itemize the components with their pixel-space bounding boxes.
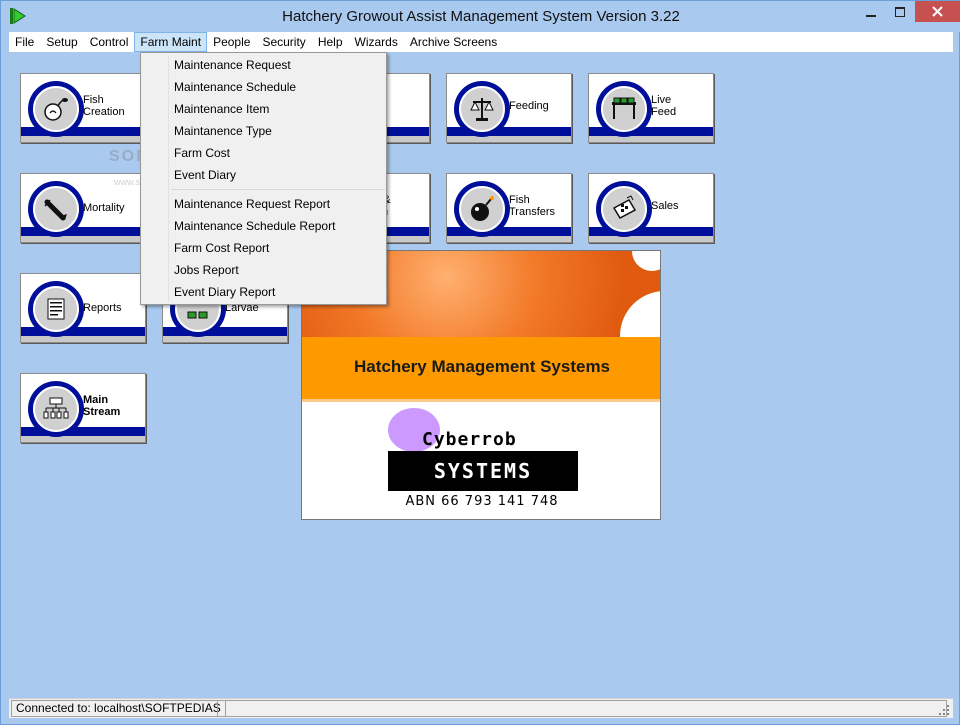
menu-farm-cost[interactable]: Farm Cost xyxy=(174,142,384,164)
systems-label: SYSTEMS xyxy=(388,451,578,491)
menu-gutter xyxy=(168,55,169,302)
window-title: Hatchery Growout Assist Management Syste… xyxy=(282,8,680,25)
splash-title: Hatchery Management Systems xyxy=(353,357,611,376)
menu-maintenance-request[interactable]: Maintenance Request xyxy=(174,54,384,76)
fish-egg-icon xyxy=(44,98,68,121)
menu-wizards[interactable]: Wizards xyxy=(349,32,404,52)
menu-bar: File Setup Control Farm Maint People Sec… xyxy=(9,32,953,52)
tile-label-line1: Fish xyxy=(83,94,104,106)
farm-maint-dropdown: Maintenance Request Maintenance Schedule… xyxy=(140,52,387,305)
tile-strip xyxy=(447,236,571,242)
menu-maintenance-schedule[interactable]: Maintenance Schedule xyxy=(174,76,384,98)
tile-label-line1: Fish xyxy=(509,194,530,206)
maximize-button[interactable] xyxy=(886,1,914,22)
tile-label-line2: Feed xyxy=(651,106,677,118)
tile-strip xyxy=(589,136,713,142)
tile-label: Live Feed xyxy=(651,94,711,118)
menu-farm-maint[interactable]: Farm Maint xyxy=(134,32,208,52)
tile-label-line1: Main xyxy=(83,394,109,406)
menu-file[interactable]: File xyxy=(9,32,40,52)
menu-farm-cost-report[interactable]: Farm Cost Report xyxy=(174,237,384,259)
tile-fish-creation[interactable]: Fish Creation xyxy=(20,73,146,143)
connection-status: Connected to: localhost\SOFTPEDIAS xyxy=(11,700,226,717)
abn-number: ABN 66 793 141 748 xyxy=(405,494,559,509)
tile-icon-holder xyxy=(33,286,79,332)
tile-strip xyxy=(21,336,145,342)
tile-label: Fish Creation xyxy=(83,94,143,118)
menu-archive-screens[interactable]: Archive Screens xyxy=(404,32,503,52)
splash-separator xyxy=(302,399,660,402)
app-window: Hatchery Growout Assist Management Syste… xyxy=(0,0,960,725)
flowchart-icon xyxy=(43,397,69,419)
tile-strip xyxy=(21,136,145,142)
menu-event-diary-report[interactable]: Event Diary Report xyxy=(174,281,384,303)
title-bar[interactable]: Hatchery Growout Assist Management Syste… xyxy=(1,1,960,32)
menu-security[interactable]: Security xyxy=(256,32,311,52)
tile-reports[interactable]: Reports xyxy=(20,273,146,343)
tile-strip xyxy=(447,136,571,142)
bomb-fish-icon xyxy=(471,196,494,221)
menu-help[interactable]: Help xyxy=(312,32,349,52)
scales-icon xyxy=(470,98,494,121)
tile-strip xyxy=(589,236,713,242)
tile-strip xyxy=(21,236,145,242)
tile-icon-holder xyxy=(459,86,505,132)
tile-icon-holder xyxy=(33,386,79,432)
tile-label-line2: Transfers xyxy=(509,206,556,218)
tile-icon-holder xyxy=(601,186,647,232)
tile-label: Fish Transfers xyxy=(509,194,569,218)
tile-strip xyxy=(21,436,145,442)
dead-fish-icon xyxy=(44,199,67,221)
menu-jobs-report[interactable]: Jobs Report xyxy=(174,259,384,281)
status-panel-empty xyxy=(217,700,947,717)
tile-feeding[interactable]: Feeding xyxy=(446,73,572,143)
menu-maintenance-item[interactable]: Maintenance Item xyxy=(174,98,384,120)
menu-maintenance-type[interactable]: Maintanence Type xyxy=(174,120,384,142)
tile-label: Main Stream xyxy=(83,394,143,418)
tile-live-feed[interactable]: Live Feed xyxy=(588,73,714,143)
report-document-icon xyxy=(47,298,65,320)
close-button[interactable] xyxy=(915,1,960,22)
menu-separator xyxy=(171,189,385,190)
tile-icon-holder xyxy=(33,86,79,132)
menu-setup[interactable]: Setup xyxy=(40,32,83,52)
tile-sales[interactable]: Sales xyxy=(588,173,714,243)
menu-people[interactable]: People xyxy=(207,32,256,52)
tile-strip xyxy=(163,336,287,342)
tile-label-line1: Live xyxy=(651,94,672,106)
tile-icon-holder xyxy=(459,186,505,232)
tile-label-line2: Creation xyxy=(83,106,125,118)
cash-register-icon xyxy=(612,195,637,219)
menu-maintenance-schedule-report[interactable]: Maintenance Schedule Report xyxy=(174,215,384,237)
minimize-button[interactable] xyxy=(856,1,886,22)
close-icon xyxy=(932,6,943,17)
tile-icon-holder xyxy=(33,186,79,232)
tanks-icon xyxy=(612,97,636,119)
menu-control[interactable]: Control xyxy=(84,32,135,52)
tile-label: Reports xyxy=(83,302,122,314)
tile-label: Mortality xyxy=(83,202,125,214)
resize-grip-icon[interactable] xyxy=(938,704,950,716)
menu-event-diary[interactable]: Event Diary xyxy=(174,164,384,186)
tile-label-line2: Stream xyxy=(83,406,121,418)
menu-maintenance-request-report[interactable]: Maintenance Request Report xyxy=(174,193,384,215)
status-bar: Connected to: localhost\SOFTPEDIAS xyxy=(9,698,953,718)
tile-label: Sales xyxy=(651,200,679,212)
tile-fish-transfers[interactable]: Fish Transfers xyxy=(446,173,572,243)
minimize-icon xyxy=(866,14,876,17)
company-name: Cyberrob xyxy=(422,429,517,450)
tile-main-stream[interactable]: Main Stream xyxy=(20,373,146,443)
tile-label: Feeding xyxy=(509,100,549,112)
tile-icon-holder xyxy=(601,86,647,132)
maximize-icon xyxy=(895,6,905,17)
